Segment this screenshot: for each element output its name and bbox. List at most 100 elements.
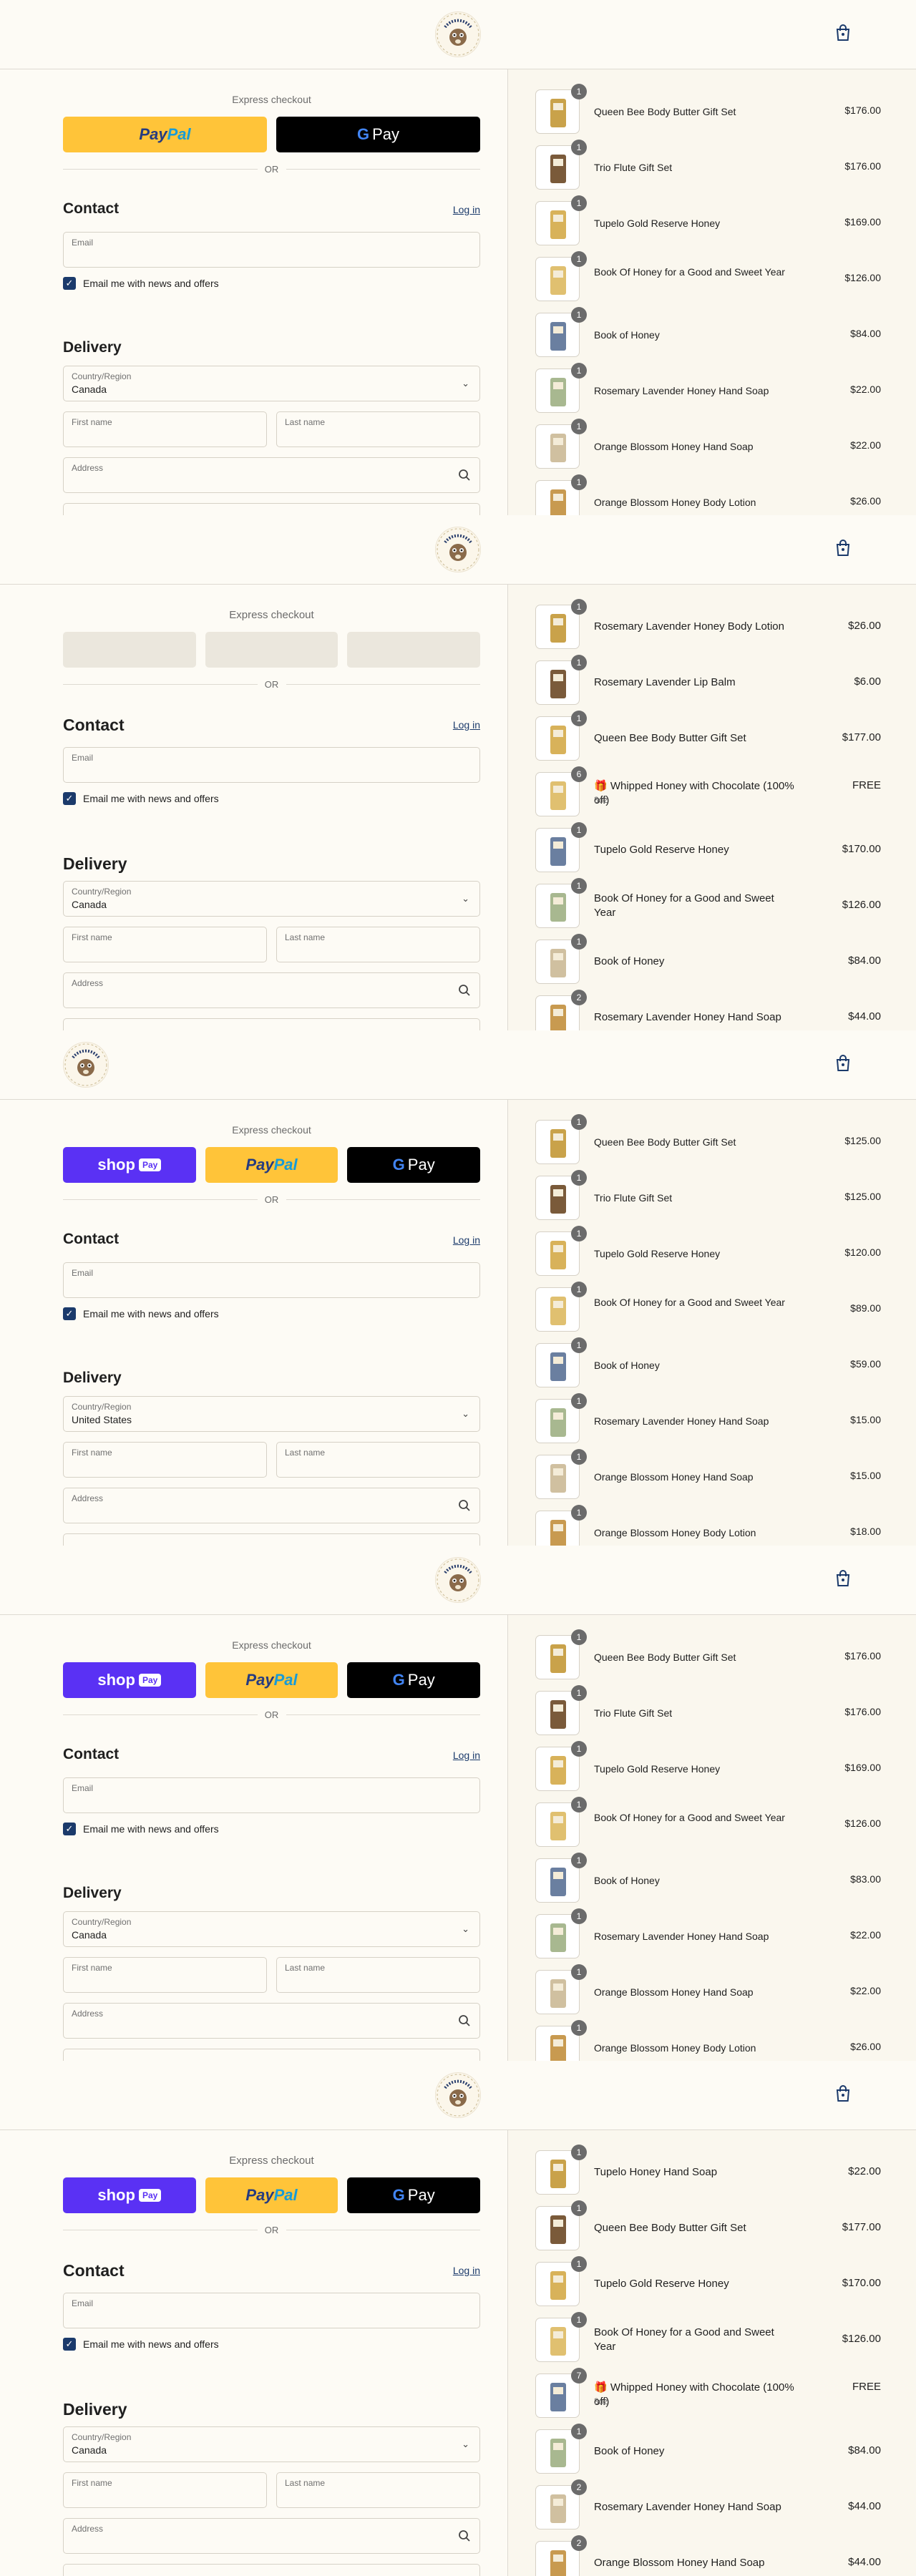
line-item: 1 Trio Flute Gift Set $176.00	[535, 140, 881, 191]
shopping-bag-icon[interactable]	[835, 24, 851, 42]
product-name: Tupelo Gold Reserve Honey	[594, 1248, 721, 1259]
checkout-screen: Express checkout shop Pay Pay Pal G Pay OR Conta…	[0, 1030, 916, 1546]
bee-logo-icon[interactable]	[435, 527, 481, 572]
login-link[interactable]: Log in	[453, 1750, 480, 1761]
checkmark-icon[interactable]: ✓	[63, 2338, 76, 2351]
shopping-bag-icon[interactable]	[835, 2085, 851, 2102]
or-divider: OR	[63, 679, 480, 690]
or-divider: OR	[63, 164, 480, 175]
country-select[interactable]: Country/Region Canada ⌄	[63, 1911, 480, 1947]
country-value: United States	[72, 1414, 132, 1425]
login-link[interactable]: Log in	[453, 204, 480, 215]
paypal-button[interactable]: Pay Pal	[63, 117, 267, 152]
last-name-field[interactable]: Last name	[276, 1957, 480, 1993]
first-name-field[interactable]: First name	[63, 411, 267, 447]
order-summary: 1 Tupelo Honey Hand Soap $22.00 1 Queen Bee …	[507, 2130, 916, 2576]
last-name-field[interactable]: Last name	[276, 411, 480, 447]
login-link[interactable]: Log in	[453, 719, 480, 731]
line-item: 1 Book of Honey $84.00	[535, 934, 881, 985]
shop-pay-button[interactable]: shop Pay	[63, 1147, 196, 1183]
address-field[interactable]: Address	[63, 972, 480, 1008]
bee-logo-icon[interactable]	[435, 11, 481, 57]
country-select[interactable]: Country/Region Canada ⌄	[63, 881, 480, 917]
search-icon	[458, 2529, 471, 2546]
google-pay-button[interactable]: G Pay	[347, 1662, 481, 1698]
country-select[interactable]: Country/Region United States ⌄	[63, 1396, 480, 1432]
bee-logo-icon[interactable]	[435, 1557, 481, 1603]
bee-logo-icon[interactable]	[435, 2072, 481, 2118]
product-name: Orange Blossom Honey Hand Soap	[594, 441, 754, 452]
express-checkout-buttons: shop Pay Pay Pal G Pay	[63, 1662, 481, 1698]
first-name-field[interactable]: First name	[63, 2472, 267, 2508]
quantity-badge: 1	[571, 1964, 587, 1980]
first-name-field[interactable]: First name	[63, 927, 267, 962]
product-name: Book Of Honey for a Good and Sweet Year	[594, 2326, 774, 2353]
apartment-field[interactable]	[63, 2564, 480, 2576]
login-link[interactable]: Log in	[453, 2265, 480, 2276]
first-name-label: First name	[72, 417, 112, 427]
newsletter-checkbox-row[interactable]: ✓ Email me with news and offers	[63, 2338, 219, 2351]
newsletter-checkbox-row[interactable]: ✓ Email me with news and offers	[63, 792, 219, 805]
last-name-field[interactable]: Last name	[276, 927, 480, 962]
checkmark-icon[interactable]: ✓	[63, 1823, 76, 1835]
address-field[interactable]: Address	[63, 2518, 480, 2554]
apartment-field[interactable]	[63, 1533, 480, 1546]
paypal-button[interactable]: Pay Pal	[205, 1662, 338, 1698]
country-select[interactable]: Country/Region Canada ⌄	[63, 2426, 480, 2462]
apartment-field[interactable]	[63, 1018, 480, 1030]
apartment-field[interactable]	[63, 2049, 480, 2061]
quantity-badge: 7	[571, 2368, 587, 2384]
google-pay-button[interactable]: G Pay	[347, 2177, 481, 2213]
checkmark-icon[interactable]: ✓	[63, 792, 76, 805]
email-field[interactable]: Email	[63, 232, 480, 268]
quantity-badge: 1	[571, 307, 587, 323]
shopping-bag-icon[interactable]	[835, 1570, 851, 1587]
email-field[interactable]: Email	[63, 1262, 480, 1298]
product-price: $15.00	[850, 1414, 881, 1425]
first-name-field[interactable]: First name	[63, 1442, 267, 1478]
first-name-field[interactable]: First name	[63, 1957, 267, 1993]
product-variant: 3oz	[594, 795, 608, 805]
country-label: Country/Region	[72, 1402, 132, 1412]
address-field[interactable]: Address	[63, 1488, 480, 1523]
address-field[interactable]: Address	[63, 457, 480, 493]
login-link[interactable]: Log in	[453, 1234, 480, 1246]
line-item: 1 Book of Honey $59.00	[535, 1337, 881, 1389]
newsletter-checkbox-row[interactable]: ✓ Email me with news and offers	[63, 1823, 219, 1835]
product-name: 🎁 Whipped Honey with Chocolate (100% off…	[594, 780, 794, 806]
shop-pay-button[interactable]: shop Pay	[63, 1662, 196, 1698]
last-name-field[interactable]: Last name	[276, 1442, 480, 1478]
quantity-badge: 6	[571, 766, 587, 782]
apartment-field[interactable]	[63, 503, 480, 515]
shop-pay-button[interactable]: shop Pay	[63, 2177, 196, 2213]
country-label: Country/Region	[72, 2432, 132, 2442]
shopping-bag-icon[interactable]	[835, 540, 851, 557]
product-name: Book Of Honey for a Good and Sweet Year	[594, 1812, 785, 1823]
shopping-bag-icon[interactable]	[835, 1055, 851, 1072]
product-price: $176.00	[844, 160, 881, 172]
newsletter-checkbox-row[interactable]: ✓ Email me with news and offers	[63, 1307, 219, 1320]
order-summary: 1 Queen Bee Body Butter Gift Set $176.00 1 T…	[507, 1615, 916, 2061]
product-name: Trio Flute Gift Set	[594, 1192, 673, 1204]
bee-logo-icon[interactable]	[63, 1042, 109, 1088]
paypal-pay-text: Pay	[139, 125, 167, 143]
last-name-label: Last name	[285, 1963, 326, 1973]
paypal-button[interactable]: Pay Pal	[205, 2177, 338, 2213]
email-field[interactable]: Email	[63, 1777, 480, 1813]
country-select[interactable]: Country/Region Canada ⌄	[63, 366, 480, 401]
email-field[interactable]: Email	[63, 747, 480, 783]
newsletter-checkbox-row[interactable]: ✓ Email me with news and offers	[63, 277, 219, 290]
google-pay-button[interactable]: G Pay	[347, 1147, 481, 1183]
paypal-button[interactable]: Pay Pal	[205, 1147, 338, 1183]
google-pay-button[interactable]: G Pay	[276, 117, 480, 152]
express-button-loading	[205, 632, 338, 668]
address-field[interactable]: Address	[63, 2003, 480, 2039]
last-name-label: Last name	[285, 1448, 326, 1458]
product-name: Trio Flute Gift Set	[594, 1707, 673, 1719]
quantity-badge: 1	[571, 1685, 587, 1701]
checkmark-icon[interactable]: ✓	[63, 1307, 76, 1320]
last-name-field[interactable]: Last name	[276, 2472, 480, 2508]
checkmark-icon[interactable]: ✓	[63, 277, 76, 290]
email-field[interactable]: Email	[63, 2293, 480, 2328]
product-price: $26.00	[850, 2041, 881, 2052]
